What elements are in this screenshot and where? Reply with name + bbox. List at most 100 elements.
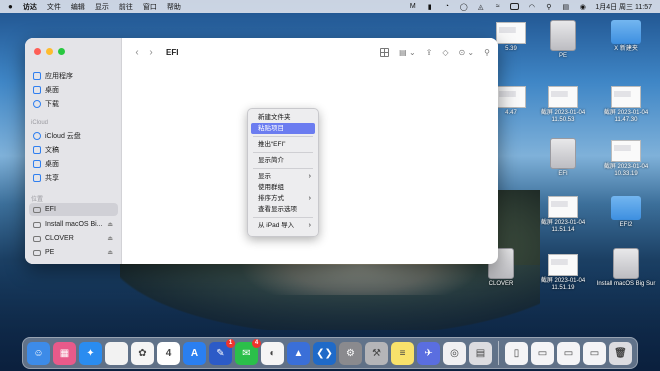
calendar-icon[interactable]: 4 (157, 341, 180, 365)
finder-toolbar: ‹ › EFI ▤ ⌄ ⇪ ◇ ⊙ ⌄ ⚲ (122, 38, 498, 66)
group-by-icon[interactable]: ▤ ⌄ (399, 48, 415, 57)
sidebar-item-downloads[interactable]: 下载 (29, 97, 118, 110)
screenshot-thumbnail-icon (611, 86, 641, 108)
menu-help[interactable]: 帮助 (167, 2, 181, 12)
menu-item-get-info[interactable]: 显示简介 (251, 155, 315, 166)
preview-icon[interactable]: ◎ (443, 341, 466, 365)
desktop-icon-screenshot-1[interactable]: 截屏 2023-01-04 11.50.53 (532, 86, 594, 124)
system-preferences-icon[interactable]: ⚙ (339, 341, 362, 365)
sidebar-item-applications[interactable]: 应用程序 (29, 69, 118, 82)
recent-screenshot-glyph: ▭ (537, 347, 548, 359)
menu-item-view[interactable]: 显示 › (251, 171, 315, 182)
apple-menu-icon[interactable]: ● (8, 2, 13, 11)
wifi-icon[interactable]: ◠ (527, 3, 536, 11)
menu-file[interactable]: 文件 (47, 2, 61, 12)
app-store-icon[interactable]: A (183, 341, 206, 365)
sidebar-item-shared[interactable]: 共享 (29, 171, 118, 184)
finder-icon[interactable]: ☺ (27, 341, 50, 365)
sidebar-item-efi[interactable]: EFI (29, 203, 118, 216)
menu-item-import-from-ipad[interactable]: 从 iPad 导入 › (251, 220, 315, 231)
minimize-button[interactable] (46, 48, 53, 55)
back-button[interactable]: ‹ (130, 47, 144, 58)
status-flame-icon[interactable]: ≈ (493, 3, 502, 11)
desktop-icon-efi-drive[interactable]: EFI (532, 138, 594, 178)
screenshot-thumbnail-icon (548, 86, 578, 108)
photos-icon[interactable]: ✿ (131, 341, 154, 365)
menu-app-name[interactable]: 访达 (23, 2, 37, 12)
status-snail-icon[interactable]: ◔ (442, 3, 451, 11)
sidebar-item-install-macos[interactable]: Install macOS Bi... ⏏ (29, 218, 118, 231)
notes-icon[interactable]: ≡ (391, 341, 414, 365)
recent-item-icon[interactable]: ▭ (583, 341, 606, 365)
menu-view[interactable]: 显示 (95, 2, 109, 12)
menu-separator (253, 136, 313, 137)
control-center-icon[interactable]: ▤ (561, 3, 570, 11)
desktop-icon-screenshot-5[interactable]: 截屏 2023-01-04 11.51.19 (532, 254, 594, 292)
drive-icon (613, 248, 639, 279)
battery-icon[interactable] (510, 3, 520, 10)
finder-sidebar: 应用程序 桌面 下载 iCloud iCloud 云盘 文稿 桌面 共享 位置 (25, 38, 122, 264)
sidebar-item-desktop[interactable]: 桌面 (29, 83, 118, 96)
photos-booth-icon[interactable] (105, 341, 128, 365)
menu-edit[interactable]: 编辑 (71, 2, 85, 12)
icon-view-icon[interactable] (380, 47, 390, 57)
disk-utility-icon[interactable]: ⚒ (365, 341, 388, 365)
safari-icon[interactable]: ✦ (79, 341, 102, 365)
menu-go[interactable]: 前往 (119, 2, 133, 12)
siri-icon[interactable]: ◉ (578, 3, 587, 11)
eject-icon[interactable]: ⏏ (107, 249, 113, 256)
recent-screenshot-icon[interactable]: ▭ (531, 341, 554, 365)
desktop-icon-screenshot-3[interactable]: 截屏 2023-01-04 10.33.19 (595, 140, 657, 178)
menu-item-paste[interactable]: 粘贴项目 (251, 123, 315, 134)
swift-icon[interactable]: ✈ (417, 341, 440, 365)
menu-item-view-options[interactable]: 查看显示选项 (251, 204, 315, 215)
sidebar-item-clover[interactable]: CLOVER ⏏ (29, 232, 118, 245)
launchpad-icon[interactable]: ▦ (53, 341, 76, 365)
menu-item-new-folder[interactable]: 新建文件夹 (251, 112, 315, 123)
terminal-icon[interactable]: ▤ (469, 341, 492, 365)
status-bell-icon[interactable]: ◬ (476, 3, 485, 11)
search-icon[interactable]: ⚲ (484, 48, 490, 57)
desktop-icon (33, 85, 41, 94)
menu-bar: ● 访达 文件 编辑 显示 前往 窗口 帮助 M ▮ ◔ ◯ ◬ ≈ ◠ ⚲ ▤… (0, 0, 660, 13)
folder-icon (611, 20, 641, 44)
desktop-icon-folder[interactable]: X 新建夹 (595, 20, 657, 53)
xcode-icon[interactable]: ✎ 1 (209, 338, 235, 365)
forward-button[interactable]: › (144, 47, 158, 58)
zoom-button[interactable] (58, 48, 65, 55)
tag-icon[interactable]: ◇ (442, 48, 448, 57)
more-actions-icon[interactable]: ⊙ ⌄ (459, 48, 475, 57)
finder-glyph: ☺ (33, 347, 44, 359)
mountain-icon[interactable]: ▲ (287, 341, 310, 365)
sidebar-item-pe[interactable]: PE ⏏ (29, 246, 118, 259)
sidebar-item-icloud-drive[interactable]: iCloud 云盘 (29, 129, 118, 142)
share-icon[interactable]: ⇪ (426, 48, 433, 57)
menu-item-use-groups[interactable]: 使用群组 (251, 182, 315, 193)
sidebar-section-locations: 位置 (31, 197, 44, 203)
vscode-icon[interactable]: ❮❯ (313, 341, 336, 365)
menu-clock[interactable]: 1月4日 周三 11:57 (595, 2, 652, 12)
status-1-icon[interactable]: ▮ (425, 3, 434, 11)
document-icon[interactable]: ▯ (505, 341, 528, 365)
recent-item-icon[interactable]: ▭ (557, 341, 580, 365)
eject-icon[interactable]: ⏏ (107, 221, 113, 228)
eject-icon[interactable]: ⏏ (107, 235, 113, 242)
sidebar-item-icloud-desktop[interactable]: 桌面 (29, 157, 118, 170)
desktop-icon-screenshot-2[interactable]: 截屏 2023-01-04 11.47.30 (595, 86, 657, 124)
qq-icon[interactable]: ◐ (261, 341, 284, 365)
screenshot-thumbnail-icon (611, 140, 641, 162)
search-icon[interactable]: ⚲ (544, 3, 553, 11)
menu-window[interactable]: 窗口 (143, 2, 157, 12)
desktop-icon-screenshot-4[interactable]: 截屏 2023-01-04 11.51.14 (532, 196, 594, 234)
menu-item-eject[interactable]: 推出“EFI” (251, 139, 315, 150)
status-wechat-icon[interactable]: ◯ (459, 3, 468, 11)
wechat-icon[interactable]: ✉ 4 (235, 338, 261, 365)
status-m-icon[interactable]: M (408, 3, 417, 11)
desktop-icon-efi2-folder[interactable]: EFI2 (595, 196, 657, 229)
trash-icon[interactable]: 🗑 (609, 341, 632, 365)
close-button[interactable] (34, 48, 41, 55)
desktop-icon-install-macos-drive[interactable]: Install macOS Big Sur (595, 248, 657, 288)
menu-item-sort-by[interactable]: 排序方式 › (251, 193, 315, 204)
sidebar-item-documents[interactable]: 文稿 (29, 143, 118, 156)
desktop-icon-pe-drive[interactable]: PE (532, 20, 594, 60)
